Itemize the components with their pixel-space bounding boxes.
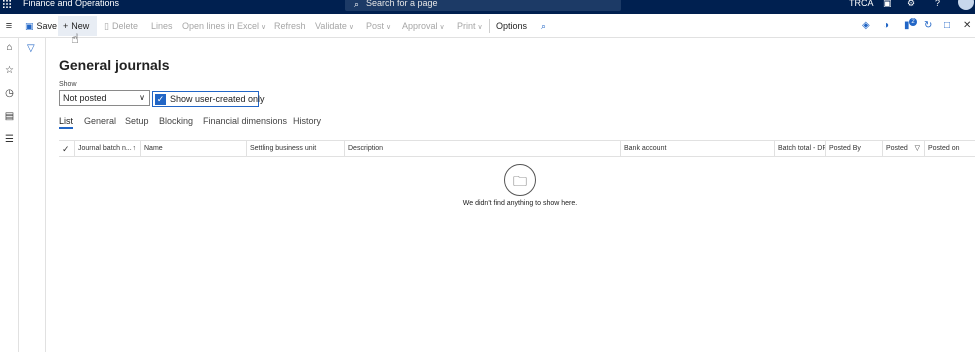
close-icon[interactable]: ✕	[963, 14, 971, 38]
company-picker[interactable]: TRCA	[849, 0, 874, 8]
filter-icon: ▽	[914, 145, 920, 152]
print-button[interactable]: Print ∨	[457, 14, 483, 38]
chevron-down-icon: ∨	[139, 93, 145, 102]
open-lines-in-excel-button[interactable]: Open lines in Excel ∨	[182, 14, 266, 38]
show-user-created-only-checkbox[interactable]: ✓ Show user-created only	[152, 91, 265, 107]
show-select-value: Not posted	[63, 93, 107, 103]
help-icon[interactable]: ?	[935, 0, 940, 8]
checkmark-icon: ✓	[155, 94, 166, 105]
notification-badge: 2	[909, 18, 917, 26]
home-icon[interactable]: ⌂	[0, 42, 19, 53]
post-button[interactable]: Post ∨	[366, 14, 391, 38]
search-icon: ⌕	[354, 0, 360, 9]
tab-setup[interactable]: Setup	[125, 116, 149, 126]
refresh-icon[interactable]: ↻	[924, 14, 932, 38]
lines-button[interactable]: Lines	[151, 14, 173, 38]
column-posted-by[interactable]: Posted By	[826, 141, 883, 157]
column-description[interactable]: Description	[345, 141, 621, 157]
search-box[interactable]: ⌕ Search for a page	[345, 0, 621, 11]
avatar[interactable]	[958, 0, 974, 10]
column-settling-business-unit[interactable]: Settling business unit	[247, 141, 345, 157]
tab-general[interactable]: General	[84, 116, 116, 126]
save-button[interactable]: ▣ Save	[25, 14, 57, 38]
column-bank-account[interactable]: Bank account	[621, 141, 775, 157]
column-journal-batch-number[interactable]: Journal batch n... ↑	[75, 141, 141, 157]
search-icon[interactable]: ⌕	[541, 14, 546, 38]
separator	[489, 19, 490, 33]
select-all-checkmark-icon[interactable]: ✓	[59, 141, 75, 157]
empty-message: We didn't find anything to show here.	[462, 200, 578, 207]
refresh-button[interactable]: Refresh	[274, 14, 306, 38]
action-pane: ≡ ▣ Save + New ▯ Delete Lines Open lines in…	[0, 14, 975, 38]
validate-button[interactable]: Validate ∨	[315, 14, 354, 38]
waffle-icon[interactable]	[2, 0, 12, 10]
tab-financial-dimensions[interactable]: Financial dimensions	[203, 116, 287, 126]
empty-folder-icon: 🗀	[504, 164, 536, 196]
sort-up-icon: ↑	[132, 145, 137, 152]
chevron-down-icon: ∨	[477, 24, 483, 31]
column-batch-total-dr[interactable]: Batch total - DR	[775, 141, 826, 157]
office-icon[interactable]: ◑	[883, 14, 889, 38]
gear-icon[interactable]: ⚙	[907, 0, 915, 9]
clock-icon[interactable]: ◷	[0, 88, 19, 99]
star-icon[interactable]: ☆	[0, 65, 19, 76]
tab-blocking[interactable]: Blocking	[159, 116, 193, 126]
tab-list[interactable]: List	[59, 116, 74, 129]
app-title[interactable]: Finance and Operations	[23, 0, 119, 8]
show-label: Show	[59, 81, 77, 88]
popout-icon[interactable]: □	[944, 14, 950, 38]
chevron-down-icon: ∨	[261, 24, 267, 31]
top-nav-bar: Finance and Operations ⌕ Search for a pa…	[0, 0, 975, 14]
modules-icon[interactable]: ☰	[0, 134, 19, 145]
chevron-down-icon: ∨	[439, 24, 445, 31]
delete-button[interactable]: ▯ Delete	[104, 14, 138, 38]
approval-button[interactable]: Approval ∨	[402, 14, 445, 38]
column-name[interactable]: Name	[141, 141, 247, 157]
filter-pane: ▽	[19, 38, 46, 352]
column-posted[interactable]: Posted ▽	[883, 141, 925, 157]
show-user-created-only-label: Show user-created only	[170, 94, 265, 104]
trash-icon: ▯	[104, 21, 109, 31]
grid-header: ✓ Journal batch n... ↑ Name Settling busi…	[59, 140, 975, 157]
workspaces-icon[interactable]: ▤	[0, 111, 19, 122]
chat-icon[interactable]: ▣	[883, 0, 892, 9]
show-select[interactable]: Not posted ∨	[59, 90, 150, 106]
hamburger-icon[interactable]: ≡	[0, 14, 18, 38]
left-nav: ⌂ ☆ ◷ ▤ ☰	[0, 38, 19, 352]
plus-icon: +	[63, 21, 69, 31]
filter-icon[interactable]: ▽	[27, 43, 35, 54]
main-content: General journals Show Not posted ∨ ✓ Sho…	[46, 38, 975, 352]
chevron-down-icon: ∨	[348, 24, 354, 31]
options-button[interactable]: Options	[496, 14, 527, 38]
search-placeholder: Search for a page	[366, 0, 438, 8]
chevron-down-icon: ∨	[386, 24, 392, 31]
diamond-icon[interactable]: ◈	[862, 14, 870, 38]
tab-history[interactable]: History	[293, 116, 321, 126]
save-icon: ▣	[25, 21, 34, 31]
column-posted-on[interactable]: Posted on	[925, 141, 975, 157]
page-title: General journals	[59, 57, 170, 73]
notifications-icon[interactable]: ▮	[904, 14, 910, 38]
grid-body: 🗀 We didn't find anything to show here.	[59, 157, 975, 352]
